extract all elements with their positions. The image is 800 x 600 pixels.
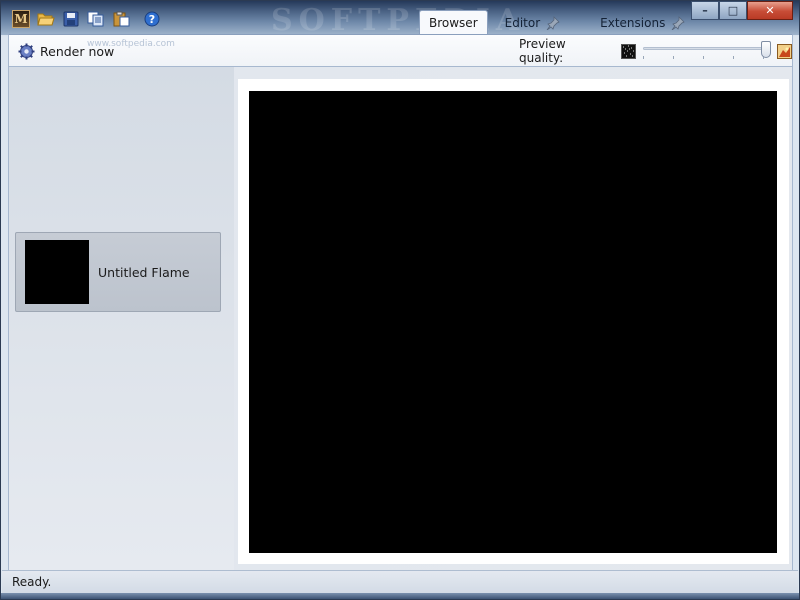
tab-extensions[interactable]: Extensions (591, 10, 694, 35)
app-menu-button[interactable]: M (11, 9, 31, 29)
tab-extensions-label: Extensions (600, 15, 666, 30)
tab-editor[interactable]: Editor (496, 10, 570, 35)
flame-browser-panel: Untitled Flame (9, 67, 234, 570)
preview-quality-label: Preview quality: (519, 37, 566, 65)
slider-tick (703, 56, 705, 59)
preview-quality-slider[interactable] (643, 40, 772, 62)
preview-frame (238, 79, 789, 564)
status-text: Ready. (12, 575, 52, 589)
flame-list-item[interactable]: Untitled Flame (15, 232, 221, 312)
app-window: SOFTPEDIA M ? Browser Editor Extensions … (0, 0, 800, 600)
app-logo-icon: M (12, 10, 30, 28)
gear-icon (18, 43, 35, 59)
window-bottom-border (1, 593, 799, 599)
slider-thumb[interactable] (761, 41, 772, 58)
help-button[interactable]: ? (142, 9, 162, 29)
help-icon: ? (144, 11, 160, 27)
tab-browser[interactable]: Browser (419, 10, 488, 35)
low-quality-icon[interactable] (621, 43, 637, 59)
pin-icon[interactable] (546, 15, 560, 30)
paste-button[interactable] (111, 9, 131, 29)
quick-access-toolbar: M ? (11, 9, 162, 29)
tab-editor-label: Editor (504, 15, 541, 30)
preview-quality-group: Preview quality: (519, 37, 792, 65)
open-folder-icon (37, 13, 55, 26)
pin-icon[interactable] (671, 15, 686, 30)
tab-browser-label: Browser (429, 16, 478, 30)
flame-image-icon (778, 44, 791, 58)
status-bar: Ready. (2, 570, 798, 593)
flame-name: Untitled Flame (98, 265, 190, 280)
window-controls: – □ ✕ (691, 1, 793, 20)
maximize-button[interactable]: □ (719, 1, 747, 20)
slider-tick (733, 56, 735, 59)
copy-icon (87, 11, 104, 27)
ribbon-tab-strip: Browser Editor Extensions (419, 10, 694, 35)
slider-tick (643, 56, 645, 59)
close-button[interactable]: ✕ (747, 1, 793, 20)
minimize-button[interactable]: – (691, 1, 719, 20)
noise-image-icon (622, 44, 636, 58)
watermark-url: www.softpedia.com (87, 39, 175, 49)
slider-tick (673, 56, 675, 59)
svg-text:?: ? (149, 13, 155, 26)
ribbon-panel: Render now www.softpedia.com Preview qua… (8, 34, 793, 67)
title-bar[interactable]: SOFTPEDIA M ? Browser Editor Extensions … (1, 1, 799, 38)
open-button[interactable] (36, 9, 56, 29)
flame-preview-canvas[interactable] (249, 91, 777, 553)
main-content: Untitled Flame (8, 67, 793, 570)
flame-thumbnail (25, 240, 89, 304)
high-quality-icon[interactable] (777, 43, 792, 59)
slider-track[interactable] (643, 47, 772, 50)
paste-icon (113, 11, 130, 27)
save-button[interactable] (61, 9, 81, 29)
save-icon (63, 11, 79, 27)
copy-button[interactable] (86, 9, 106, 29)
